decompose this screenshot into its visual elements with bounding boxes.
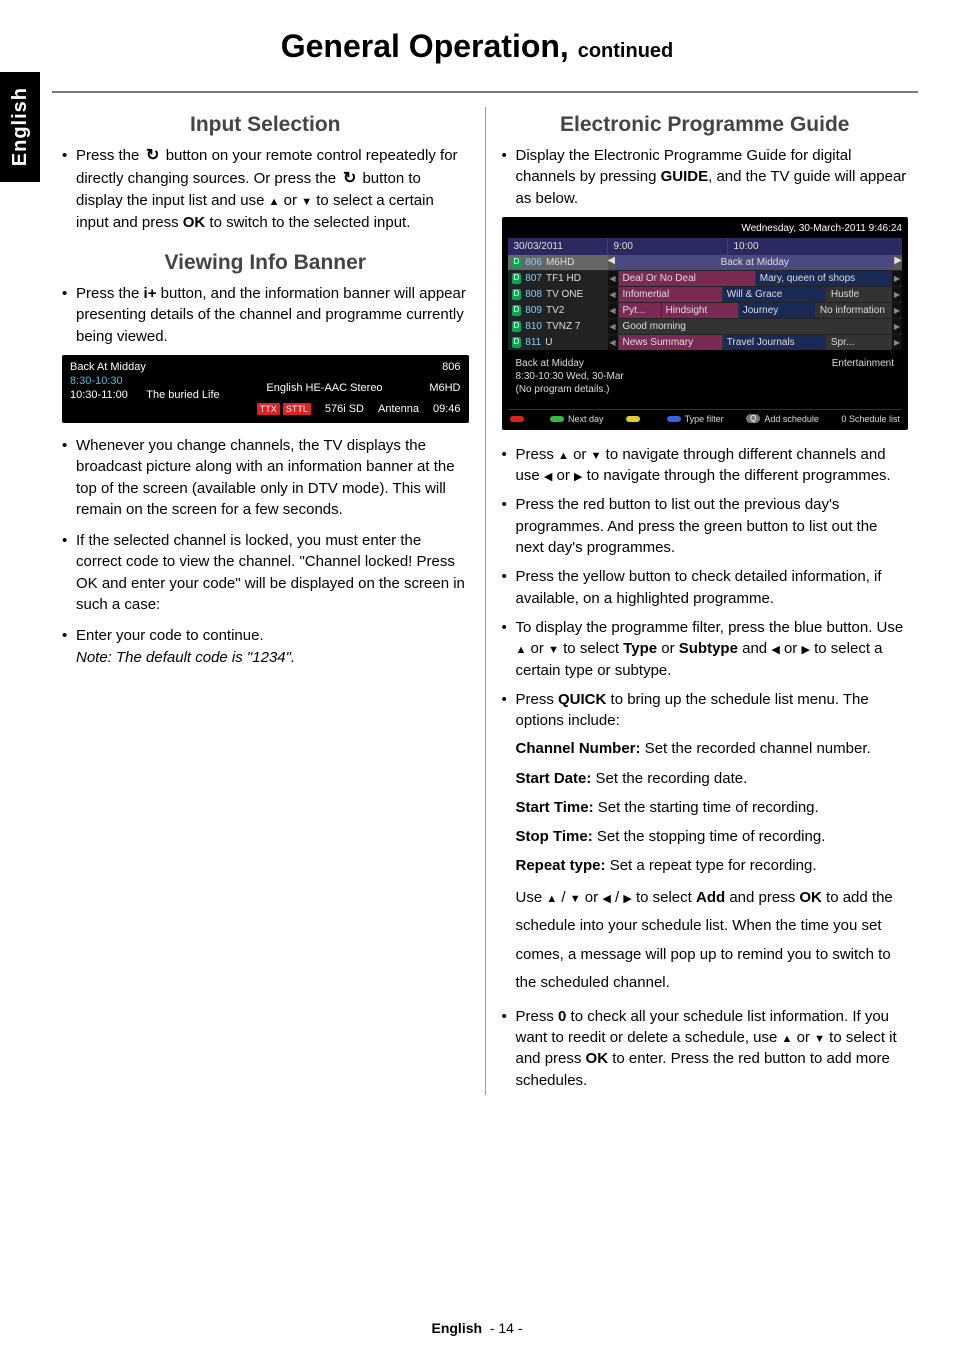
down-icon xyxy=(814,1029,825,1046)
epg-row: D810TVNZ 7◀Good morning▶ xyxy=(508,318,903,334)
column-separator xyxy=(485,107,486,1095)
epg-yellow: •Press the yellow button to check detail… xyxy=(502,566,909,609)
sttl-badge: STTL xyxy=(283,403,311,415)
left-icon xyxy=(771,640,779,657)
page-footer: English - 14 - xyxy=(0,1320,954,1336)
info-banner-press: • Press the i+ button, and the informati… xyxy=(62,283,469,347)
epg-row: D811U◀ News Summary Travel Journals Spr.… xyxy=(508,334,903,350)
epg-row: D809TV2◀ Pyt... Hindsight Journey No inf… xyxy=(508,302,903,318)
ib-res: 576i SD xyxy=(325,403,364,415)
title-divider xyxy=(52,91,918,93)
opt-stop-time: Stop Time: Set the stopping time of reco… xyxy=(516,825,909,848)
epg-navigate: • Press or to navigate through different… xyxy=(502,444,909,487)
epg-datetime: Wednesday, 30-March-2011 9:46:24 xyxy=(508,223,903,234)
epg-red-green: •Press the red button to list out the pr… xyxy=(502,494,909,558)
ib-chnum: 806 xyxy=(442,361,460,373)
info-locked: •If the selected channel is locked, you … xyxy=(62,530,469,615)
left-column: Input Selection • Press the button on yo… xyxy=(52,107,479,1095)
up-icon xyxy=(558,446,569,463)
epg-heading: Electronic Programme Guide xyxy=(502,113,909,137)
info-change-channels: •Whenever you change channels, the TV di… xyxy=(62,435,469,520)
epg-quick: • Press QUICK to bring up the schedule l… xyxy=(502,689,909,732)
ib-title: Back At Midday xyxy=(70,361,146,373)
page-title: General Operation, continued xyxy=(0,0,954,65)
epg-detail: Back at Midday 8:30-10:30 Wed, 30-Mar (N… xyxy=(508,350,903,399)
epg-intro: • Display the Electronic Programme Guide… xyxy=(502,145,909,209)
opt-channel-number: Channel Number: Set the recorded channel… xyxy=(516,737,909,760)
info-enter-code: • Enter your code to continue. Note: The… xyxy=(62,625,469,668)
down-icon xyxy=(548,640,559,657)
right-icon xyxy=(801,640,809,657)
down-icon xyxy=(591,446,602,463)
right-icon xyxy=(623,889,631,906)
viewing-info-heading: Viewing Info Banner xyxy=(62,251,469,275)
input-selection-item: • Press the button on your remote contro… xyxy=(62,145,469,233)
default-code-note: Note: The default code is "1234". xyxy=(76,649,295,666)
input-selection-heading: Input Selection xyxy=(62,113,469,137)
opt-start-time: Start Time: Set the starting time of rec… xyxy=(516,796,909,819)
epg-footer: Next day Type filter QAdd schedule 0 Sch… xyxy=(508,409,903,424)
epg-row: D807TF1 HD◀ Deal Or No Deal Mary, queen … xyxy=(508,270,903,286)
up-icon xyxy=(516,640,527,657)
epg-header: 30/03/2011 9:00 10:00 xyxy=(508,238,903,255)
epg-mock: Wednesday, 30-March-2011 9:46:24 30/03/2… xyxy=(502,217,909,430)
source-icon xyxy=(144,145,162,168)
ttx-badge: TTX xyxy=(257,403,280,415)
up-icon xyxy=(546,889,557,906)
epg-row: D808TV ONE◀ Infomertial Will & Grace Hus… xyxy=(508,286,903,302)
up-icon xyxy=(269,192,280,209)
epg-press-zero: • Press 0 to check all your schedule lis… xyxy=(502,1006,909,1091)
source-icon xyxy=(340,168,358,191)
ib-chname: M6HD xyxy=(429,382,460,394)
epg-selected-row: D806M6HD ◀ Back at Midday ▶ xyxy=(508,255,903,270)
epg-blue: • To display the programme filter, press… xyxy=(502,617,909,681)
up-icon xyxy=(782,1029,793,1046)
right-column: Electronic Programme Guide • Display the… xyxy=(492,107,919,1095)
ib-audio: English HE-AAC Stereo xyxy=(266,382,382,394)
opt-repeat: Repeat type: Set a repeat type for recor… xyxy=(516,854,909,877)
info-banner-mock: Back At Midday 806 8:30-10:30 10:30-11:0… xyxy=(62,355,469,423)
opt-start-date: Start Date: Set the recording date. xyxy=(516,767,909,790)
ib-time-next-row: 10:30-11:00 The buried Life xyxy=(70,389,220,401)
left-icon xyxy=(602,889,610,906)
language-tab: English xyxy=(0,72,40,182)
ib-src: Antenna xyxy=(378,403,419,415)
down-icon xyxy=(570,889,581,906)
ib-clock: 09:46 xyxy=(433,403,461,415)
ib-time-current: 8:30-10:30 xyxy=(70,375,220,387)
opt-use-add: Use / or / to select Add and press OK to… xyxy=(516,884,909,998)
down-icon xyxy=(301,192,312,209)
